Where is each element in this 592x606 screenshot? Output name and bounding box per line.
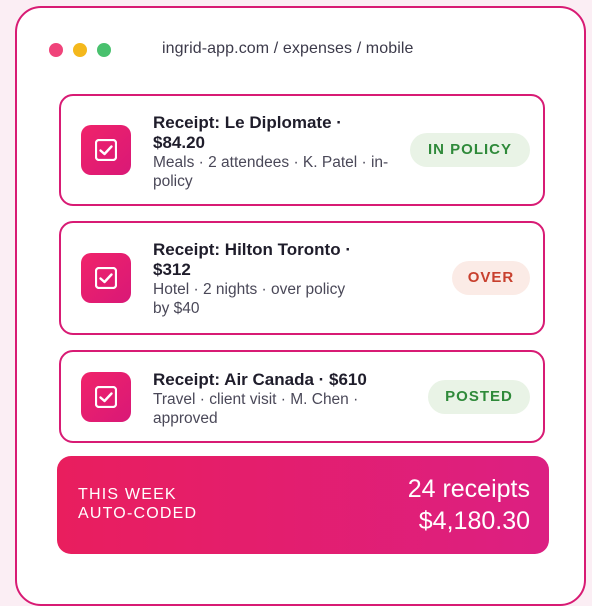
receipt-card-air-canada[interactable]: Receipt: Air Canada · $610 Travel · clie…	[59, 350, 545, 443]
receipt-detail-line: policy	[153, 173, 193, 190]
close-dot-icon[interactable]	[49, 43, 63, 57]
receipt-detail: Hotel · 2 nights · over policy by $40	[153, 280, 345, 318]
receipt-title-line: Receipt: Air Canada · $610	[153, 370, 367, 389]
minimize-dot-icon[interactable]	[73, 43, 87, 57]
title-bar: ingrid-app.com / expenses / mobile	[17, 8, 584, 94]
receipt-detail-line: Travel · client visit · M. Chen ·	[153, 391, 359, 408]
address-url[interactable]: ingrid-app.com / expenses / mobile	[162, 40, 414, 58]
receipt-card-le-diplomate[interactable]: Receipt: Le Diplomate · $84.20 Meals · 2…	[59, 94, 545, 206]
browser-window: ingrid-app.com / expenses / mobile Recei…	[15, 6, 586, 606]
receipt-title-line: Receipt: Hilton Toronto ·	[153, 240, 351, 259]
receipt-detail: Meals · 2 attendees · K. Patel · in- pol…	[153, 153, 388, 191]
summary-label-line: AUTO-CODED	[78, 505, 198, 522]
receipt-count: 24 receipts	[407, 475, 530, 503]
receipt-detail-line: by $40	[153, 300, 200, 317]
receipt-amount: $312	[153, 260, 191, 279]
receipt-detail-line: approved	[153, 410, 218, 427]
receipt-detail-line: Hotel · 2 nights · over policy	[153, 281, 346, 298]
checkbox-checked-icon[interactable]	[81, 125, 131, 175]
status-badge: POSTED	[428, 379, 530, 414]
status-badge: OVER	[452, 261, 530, 295]
receipt-title: Receipt: Le Diplomate · $84.20	[153, 113, 342, 153]
maximize-dot-icon[interactable]	[97, 43, 111, 57]
receipt-amount: $84.20	[153, 133, 205, 152]
receipt-detail: Travel · client visit · M. Chen · approv…	[153, 390, 358, 428]
checkbox-checked-icon[interactable]	[81, 371, 131, 422]
receipt-title-line: Receipt: Le Diplomate ·	[153, 113, 342, 132]
total-amount: $4,180.30	[418, 507, 530, 535]
receipt-title: Receipt: Hilton Toronto · $312	[153, 240, 351, 280]
weekly-summary-panel: THIS WEEK AUTO-CODED 24 receipts $4,180.…	[57, 456, 549, 554]
summary-label-line: THIS WEEK	[78, 486, 177, 503]
receipt-title: Receipt: Air Canada · $610	[153, 370, 367, 390]
summary-label: THIS WEEK AUTO-CODED	[78, 485, 197, 523]
receipt-detail-line: Meals · 2 attendees · K. Patel · in-	[153, 154, 389, 171]
receipt-card-hilton-toronto[interactable]: Receipt: Hilton Toronto · $312 Hotel · 2…	[59, 221, 545, 335]
status-badge: IN POLICY	[410, 133, 530, 167]
checkbox-checked-icon[interactable]	[81, 253, 131, 303]
